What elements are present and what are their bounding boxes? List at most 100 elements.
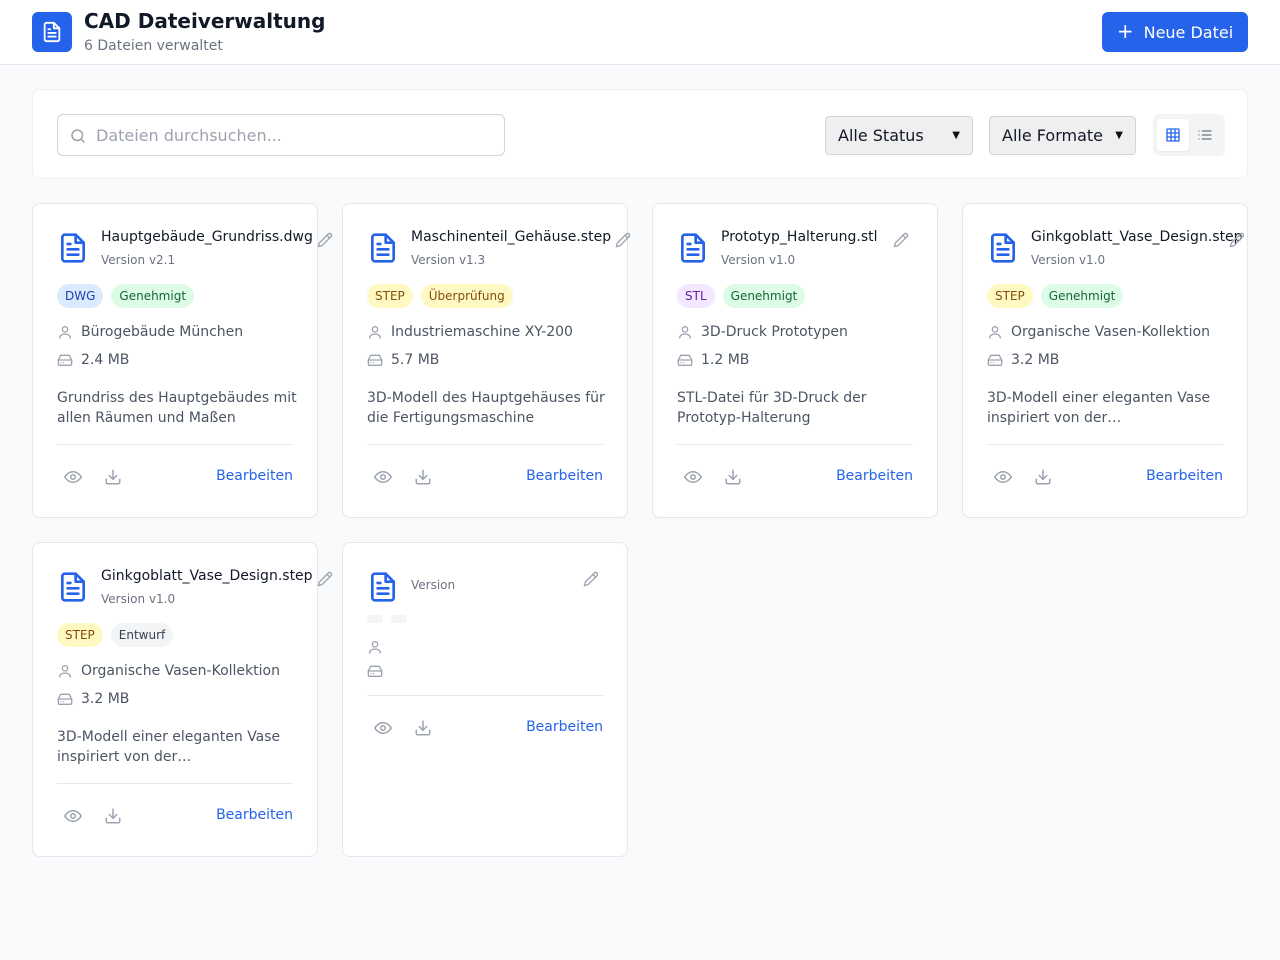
format-badge: STEP xyxy=(367,284,413,308)
file-name: Ginkgoblatt_Vase_Design.step xyxy=(1031,229,1243,245)
grid-view-button[interactable] xyxy=(1157,119,1189,151)
hard-drive-icon xyxy=(987,354,1003,366)
pencil-icon[interactable] xyxy=(317,232,333,248)
file-description: 3D-Modell des Hauptgehäuses für die Fert… xyxy=(367,390,605,426)
project-name: Bürogebäude München xyxy=(81,324,244,340)
hard-drive-icon xyxy=(677,354,693,366)
file-name: Maschinenteil_Gehäuse.step xyxy=(411,229,612,245)
chevron-down-icon: ▼ xyxy=(1115,130,1123,141)
file-version: Version v1.0 xyxy=(721,253,796,267)
file-card-empty: Version Bearbeiten xyxy=(342,542,628,857)
file-icon xyxy=(371,233,395,263)
card-divider xyxy=(367,444,603,445)
project-name: Industriemaschine XY-200 xyxy=(391,324,573,340)
file-size: 1.2 MB xyxy=(701,352,750,368)
file-icon xyxy=(991,233,1015,263)
file-description: 3D-Modell einer eleganten Vase inspirier… xyxy=(987,390,1211,426)
app-logo xyxy=(32,12,72,52)
user-icon xyxy=(59,326,71,339)
hard-drive-icon xyxy=(57,354,73,366)
file-version: Version v1.0 xyxy=(1031,253,1106,267)
card-divider xyxy=(677,444,913,445)
edit-link[interactable]: Bearbeiten xyxy=(1146,468,1223,484)
eye-icon[interactable] xyxy=(64,468,82,486)
page-title: CAD Dateiverwaltung xyxy=(84,9,326,33)
new-file-button[interactable]: + Neue Datei xyxy=(1102,12,1248,52)
format-badge: STEP xyxy=(987,284,1033,308)
project-row xyxy=(367,639,391,655)
project-row: 3D-Druck Prototypen xyxy=(677,324,848,340)
format-badge: DWG xyxy=(57,284,104,308)
project-name: 3D-Druck Prototypen xyxy=(701,324,848,340)
plus-icon: + xyxy=(1116,19,1134,43)
pencil-icon[interactable] xyxy=(893,232,909,248)
status-badge: Entwurf xyxy=(110,623,174,647)
card-divider xyxy=(367,695,603,696)
app-header: CAD Dateiverwaltung 6 Dateien verwaltet … xyxy=(0,0,1280,65)
list-view-button[interactable] xyxy=(1189,119,1221,151)
file-description: Grundriss des Hauptgebäudes mit allen Rä… xyxy=(57,390,297,426)
download-icon[interactable] xyxy=(414,719,432,737)
pencil-icon[interactable] xyxy=(615,232,631,248)
file-name: Hauptgebäude_Grundriss.dwg xyxy=(101,229,313,245)
filter-toolbar: Alle Status ▼ Alle Formate ▼ xyxy=(32,89,1248,179)
file-version: Version v1.3 xyxy=(411,253,486,267)
search-input[interactable] xyxy=(96,115,496,155)
format-filter-value: Alle Formate xyxy=(1002,126,1103,145)
list-icon xyxy=(1198,130,1212,140)
edit-link[interactable]: Bearbeiten xyxy=(526,468,603,484)
file-icon xyxy=(681,233,705,263)
pencil-icon[interactable] xyxy=(317,571,333,587)
file-card: Prototyp_Halterung.stl Version v1.0 STL … xyxy=(652,203,938,518)
format-badge: STEP xyxy=(57,623,103,647)
download-icon[interactable] xyxy=(1034,468,1052,486)
download-icon[interactable] xyxy=(414,468,432,486)
file-card: Ginkgoblatt_Vase_Design.step Version v1.… xyxy=(32,542,333,857)
eye-icon[interactable] xyxy=(994,468,1012,486)
file-version: Version v1.0 xyxy=(101,592,176,606)
download-icon[interactable] xyxy=(104,468,122,486)
user-icon xyxy=(59,665,71,678)
size-row: 3.2 MB xyxy=(57,691,129,707)
pencil-icon[interactable] xyxy=(583,571,599,587)
card-divider xyxy=(57,444,293,445)
download-icon[interactable] xyxy=(104,807,122,825)
eye-icon[interactable] xyxy=(684,468,702,486)
size-row: 5.7 MB xyxy=(367,352,439,368)
file-icon xyxy=(61,572,85,602)
file-card: Hauptgebäude_Grundriss.dwg Version v2.1 … xyxy=(32,203,333,518)
file-version: Version v2.1 xyxy=(101,253,176,267)
hard-drive-icon xyxy=(57,693,73,705)
search-box xyxy=(57,114,505,156)
new-file-button-label: Neue Datei xyxy=(1143,22,1234,42)
eye-icon[interactable] xyxy=(64,807,82,825)
edit-link[interactable]: Bearbeiten xyxy=(836,468,913,484)
pencil-icon[interactable] xyxy=(1229,232,1245,248)
edit-link[interactable]: Bearbeiten xyxy=(526,719,603,735)
status-badge: Genehmigt xyxy=(1040,284,1124,308)
download-icon[interactable] xyxy=(724,468,742,486)
format-badge: STL xyxy=(677,284,715,308)
edit-link[interactable]: Bearbeiten xyxy=(216,468,293,484)
hard-drive-icon xyxy=(367,665,383,677)
file-name: Prototyp_Halterung.stl xyxy=(721,229,878,245)
file-description: 3D-Modell einer eleganten Vase inspirier… xyxy=(57,729,281,765)
file-size: 3.2 MB xyxy=(81,691,130,707)
eye-icon[interactable] xyxy=(374,719,392,737)
format-filter-select[interactable]: Alle Formate ▼ xyxy=(989,116,1136,155)
card-divider xyxy=(987,444,1223,445)
file-size: 5.7 MB xyxy=(391,352,440,368)
file-name: Ginkgoblatt_Vase_Design.step xyxy=(101,568,313,584)
status-filter-select[interactable]: Alle Status ▼ xyxy=(825,116,973,155)
project-row: Organische Vasen-Kollektion xyxy=(57,663,280,679)
file-version: Version xyxy=(411,578,456,592)
file-card: Maschinenteil_Gehäuse.step Version v1.3 … xyxy=(342,203,631,518)
file-size: 2.4 MB xyxy=(81,352,130,368)
user-icon xyxy=(989,326,1001,339)
grid-icon xyxy=(1166,128,1180,142)
edit-link[interactable]: Bearbeiten xyxy=(216,807,293,823)
user-icon xyxy=(369,641,381,654)
status-filter-value: Alle Status xyxy=(838,126,924,145)
eye-icon[interactable] xyxy=(374,468,392,486)
chevron-down-icon: ▼ xyxy=(952,130,960,141)
